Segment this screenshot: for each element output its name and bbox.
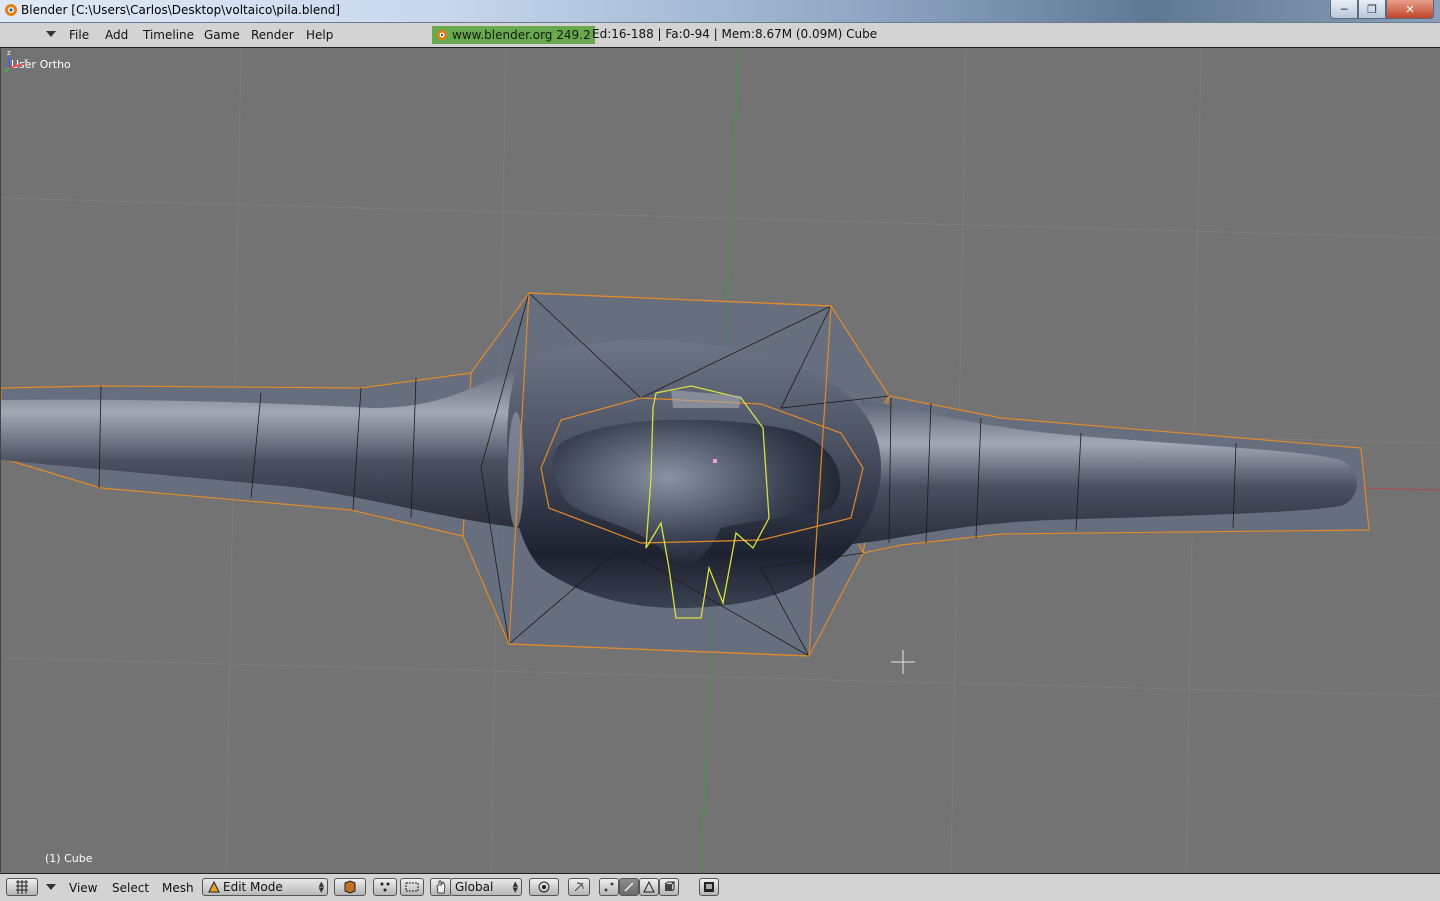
menu-help[interactable]: Help (306, 28, 333, 42)
edit-mode-icon (208, 881, 220, 893)
hand-icon (436, 880, 446, 894)
hand-button[interactable] (430, 878, 452, 896)
menu-game[interactable]: Game (204, 28, 240, 42)
menu-timeline[interactable]: Timeline (143, 28, 194, 42)
mesh-icon (344, 880, 356, 894)
vertex-select-icon (604, 882, 614, 892)
site-label: www.blender.org 249.2 (452, 28, 591, 42)
close-button[interactable]: ✕ (1386, 0, 1434, 19)
proportional-button[interactable] (529, 878, 559, 896)
draw-type-button[interactable] (334, 878, 366, 896)
collapse-arrow-icon[interactable] (46, 31, 56, 37)
header-collapse-icon[interactable] (46, 884, 56, 890)
menu-select[interactable]: Select (112, 881, 149, 895)
menu-render[interactable]: Render (251, 28, 294, 42)
3d-viewport[interactable]: User Ortho z x (1) Cube (0, 48, 1440, 872)
axis-z-label: z (7, 49, 11, 57)
occlude-button[interactable] (659, 878, 679, 896)
snap-icon (574, 882, 584, 892)
orientation-dropdown[interactable]: Global ▲ ▼ (450, 878, 522, 896)
window-title: Blender [C:\Users\Carlos\Desktop\voltaic… (21, 3, 341, 17)
mode-dropdown[interactable]: Edit Mode ▲ ▼ (202, 878, 328, 896)
mode-label: Edit Mode (223, 880, 283, 894)
3d-view-header: View Select Mesh Edit Mode ▲ ▼ Global ▲ ▼ (0, 873, 1440, 901)
proportional-icon (538, 881, 550, 893)
minimize-button[interactable]: ─ (1330, 0, 1358, 19)
pivot-icon (380, 882, 390, 892)
face-select-button[interactable] (639, 878, 659, 896)
occlude-icon (664, 881, 675, 892)
blender-logo-icon (437, 30, 447, 40)
snap-button[interactable] (568, 878, 590, 896)
manipulator-icon (405, 882, 419, 892)
menu-file[interactable]: File (69, 28, 89, 42)
active-object-label: (1) Cube (45, 852, 93, 865)
face-select-icon (643, 881, 655, 893)
render-button[interactable] (699, 878, 719, 896)
blender-site-badge[interactable]: www.blender.org 249.2 (432, 26, 595, 44)
menu-mesh[interactable]: Mesh (162, 881, 194, 895)
object-origin (713, 459, 717, 463)
pivot-button[interactable] (373, 878, 397, 896)
scene-stats: Ed:16-188 | Fa:0-94 | Mem:8.67M (0.09M) … (592, 27, 878, 41)
edge-select-button[interactable] (619, 878, 639, 896)
edge-select-icon (624, 882, 634, 892)
vertex-select-button[interactable] (599, 878, 619, 896)
3d-cursor (891, 650, 915, 674)
viewport-canvas[interactable] (1, 48, 1440, 872)
maximize-button[interactable]: ❐ (1358, 0, 1386, 19)
render-icon (704, 882, 714, 892)
grid-icon (16, 880, 28, 894)
axis-widget-icon: z x (4, 49, 28, 73)
window-titlebar[interactable]: Blender [C:\Users\Carlos\Desktop\voltaic… (0, 0, 1440, 23)
axis-x-label: x (24, 57, 28, 65)
blender-app-icon (5, 4, 17, 16)
manipulator-button[interactable] (400, 878, 424, 896)
menu-view[interactable]: View (69, 881, 97, 895)
x-axis-line (1360, 487, 1440, 491)
orientation-label: Global (455, 880, 494, 894)
editor-type-button[interactable] (6, 878, 38, 896)
menu-add[interactable]: Add (105, 28, 128, 42)
